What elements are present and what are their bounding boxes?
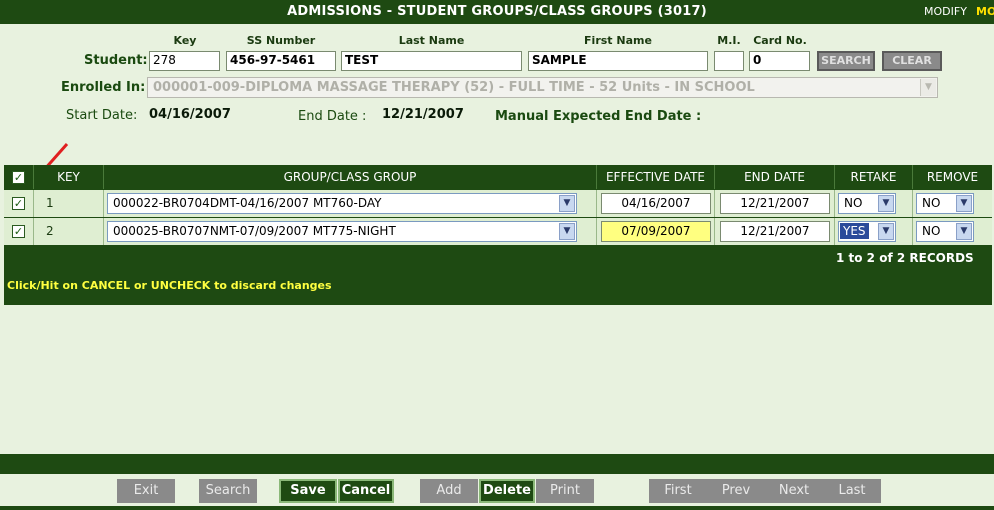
header-key: Key bbox=[173, 34, 197, 47]
row-checkbox[interactable]: ✓ bbox=[12, 197, 25, 210]
grid-header-effective-date: EFFECTIVE DATE bbox=[597, 165, 715, 189]
chevron-down-icon: ▼ bbox=[956, 223, 972, 240]
add-button[interactable]: Add bbox=[420, 479, 478, 503]
start-date-label: Start Date: bbox=[66, 108, 138, 123]
grid-header-retake: RETAKE bbox=[835, 165, 913, 189]
footer-bar bbox=[0, 454, 994, 474]
header-mi: M.I. bbox=[717, 34, 741, 47]
enrolled-in-select[interactable]: 000001-009-DIPLOMA MASSAGE THERAPY (52) … bbox=[147, 77, 938, 98]
first-name-input[interactable]: SAMPLE bbox=[528, 51, 708, 71]
header-first-name: First Name bbox=[584, 34, 652, 47]
grid-header-key: KEY bbox=[34, 165, 104, 189]
chevron-down-icon: ▼ bbox=[878, 195, 894, 212]
retake-select[interactable]: YES ▼ bbox=[838, 221, 896, 242]
ss-number-input[interactable]: 456-97-5461 bbox=[226, 51, 336, 71]
end-date-input[interactable]: 12/21/2007 bbox=[720, 221, 830, 242]
search-button[interactable]: Search bbox=[199, 479, 257, 503]
grid-header-group: GROUP/CLASS GROUP bbox=[104, 165, 597, 189]
remove-select[interactable]: NO ▼ bbox=[916, 221, 974, 242]
chevron-down-icon: ▼ bbox=[559, 223, 575, 240]
remove-select[interactable]: NO ▼ bbox=[916, 193, 974, 214]
first-button[interactable]: First bbox=[649, 479, 707, 503]
table-row: ✓ 2 000025-BR0707NMT-07/09/2007 MT775-NI… bbox=[4, 218, 992, 245]
remove-value: NO bbox=[922, 224, 941, 238]
mode-indicator-truncated: MO bbox=[976, 5, 994, 18]
start-date-value: 04/16/2007 bbox=[149, 107, 231, 122]
title-bar: ADMISSIONS - STUDENT GROUPS/CLASS GROUPS… bbox=[0, 0, 994, 24]
grid-header-end-date: END DATE bbox=[715, 165, 835, 189]
student-label: Student: bbox=[84, 53, 148, 68]
end-date-value: 12/21/2007 bbox=[382, 107, 464, 122]
row-key: 2 bbox=[46, 224, 54, 238]
table-row: ✓ 1 000022-BR0704DMT-04/16/2007 MT760-DA… bbox=[4, 190, 992, 217]
chevron-down-icon: ▼ bbox=[559, 195, 575, 212]
grid-header-row: ✓ KEY GROUP/CLASS GROUP EFFECTIVE DATE E… bbox=[4, 165, 992, 189]
student-clear-button[interactable]: CLEAR bbox=[882, 51, 942, 71]
prev-button[interactable]: Prev bbox=[707, 479, 765, 503]
manual-expected-end-date-label: Manual Expected End Date : bbox=[495, 109, 702, 124]
last-button[interactable]: Last bbox=[823, 479, 881, 503]
header-ss-number: SS Number bbox=[246, 34, 316, 47]
grid-header-remove: REMOVE bbox=[926, 170, 979, 184]
enrolled-in-value: 000001-009-DIPLOMA MASSAGE THERAPY (52) … bbox=[153, 80, 755, 95]
chevron-down-icon: ▼ bbox=[956, 195, 972, 212]
page-title: ADMISSIONS - STUDENT GROUPS/CLASS GROUPS… bbox=[287, 4, 707, 19]
row-checkbox[interactable]: ✓ bbox=[12, 225, 25, 238]
discard-hint: Click/Hit on CANCEL or UNCHECK to discar… bbox=[7, 279, 332, 292]
chevron-down-icon: ▼ bbox=[920, 79, 936, 96]
mode-indicator: MODIFY bbox=[924, 5, 967, 18]
end-date-input[interactable]: 12/21/2007 bbox=[720, 193, 830, 214]
records-count: 1 to 2 of 2 RECORDS bbox=[836, 251, 974, 265]
select-all-checkbox[interactable]: ✓ bbox=[12, 171, 25, 184]
retake-value: YES bbox=[840, 223, 869, 239]
header-last-name: Last Name bbox=[398, 34, 465, 47]
card-no-input[interactable]: 0 bbox=[749, 51, 810, 71]
cancel-button[interactable]: Cancel bbox=[338, 479, 394, 503]
print-button[interactable]: Print bbox=[536, 479, 594, 503]
group-value: 000025-BR0707NMT-07/09/2007 MT775-NIGHT bbox=[113, 224, 396, 238]
group-value: 000022-BR0704DMT-04/16/2007 MT760-DAY bbox=[113, 196, 382, 210]
chevron-down-icon: ▼ bbox=[878, 223, 894, 240]
end-date-label: End Date : bbox=[298, 109, 367, 124]
retake-select[interactable]: NO ▼ bbox=[838, 193, 896, 214]
group-select[interactable]: 000022-BR0704DMT-04/16/2007 MT760-DAY ▼ bbox=[107, 193, 577, 214]
effective-date-input[interactable]: 07/09/2007 bbox=[601, 221, 711, 242]
save-button[interactable]: Save bbox=[279, 479, 337, 503]
row-key: 1 bbox=[46, 196, 54, 210]
effective-date-input[interactable]: 04/16/2007 bbox=[601, 193, 711, 214]
enrolled-in-label: Enrolled In: bbox=[61, 80, 146, 95]
class-group-grid: ✓ KEY GROUP/CLASS GROUP EFFECTIVE DATE E… bbox=[4, 165, 992, 305]
mi-input[interactable] bbox=[714, 51, 744, 71]
header-select-all: ✓ bbox=[4, 165, 34, 189]
header-card-no: Card No. bbox=[753, 34, 807, 47]
bottom-border bbox=[0, 506, 994, 510]
exit-button[interactable]: Exit bbox=[117, 479, 175, 503]
next-button[interactable]: Next bbox=[765, 479, 823, 503]
remove-value: NO bbox=[922, 196, 941, 210]
last-name-input[interactable]: TEST bbox=[341, 51, 522, 71]
student-key-input[interactable]: 278 bbox=[149, 51, 220, 71]
student-search-button[interactable]: SEARCH bbox=[817, 51, 875, 71]
delete-button[interactable]: Delete bbox=[479, 479, 535, 503]
retake-value: NO bbox=[844, 196, 863, 210]
group-select[interactable]: 000025-BR0707NMT-07/09/2007 MT775-NIGHT … bbox=[107, 221, 577, 242]
